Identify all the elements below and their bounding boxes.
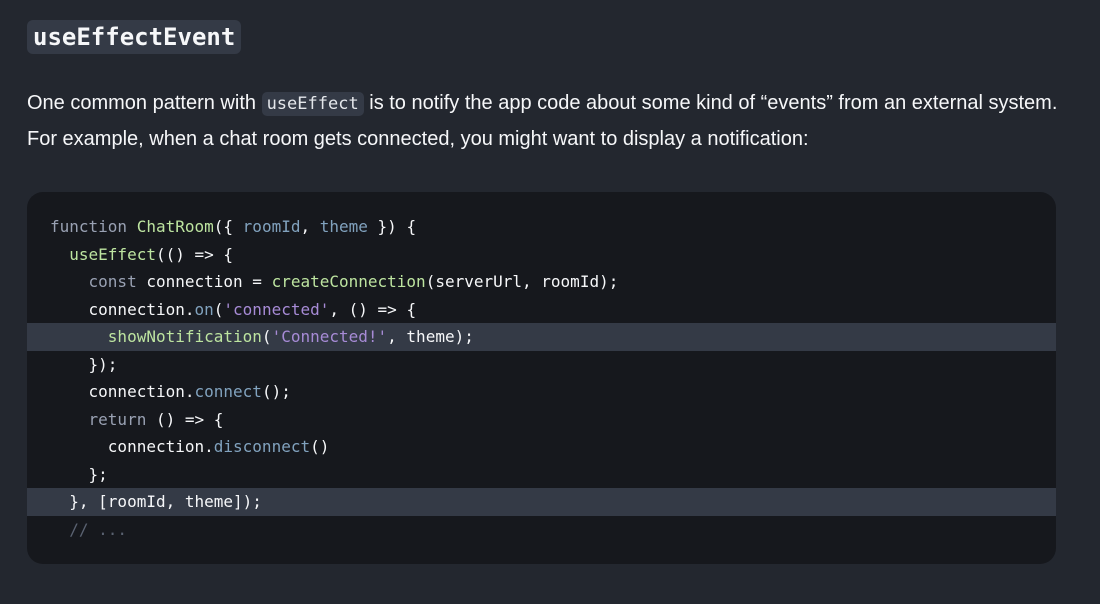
code-token: , theme); (387, 327, 474, 346)
code-token: ( (213, 299, 224, 319)
code-token: connect (194, 382, 262, 401)
code-token: }); (50, 354, 118, 374)
code-token: , (300, 217, 320, 236)
code-token: createConnection (271, 272, 426, 291)
code-token: connection = (136, 272, 272, 291)
code-token: ( (261, 327, 272, 346)
code-token: (() => { (155, 244, 234, 264)
code-line: useEffect(() => { (27, 241, 1056, 269)
code-token: }; (50, 464, 108, 484)
code-token: theme (319, 217, 368, 236)
code-token: 'Connected!' (271, 327, 388, 346)
code-line: connection.on('connected', () => { (27, 296, 1056, 324)
code-token: connection. (50, 299, 195, 319)
code-line: connection.connect(); (27, 378, 1056, 406)
code-token: roomId (242, 217, 301, 236)
code-line: }); (27, 351, 1056, 379)
code-line: // ... (27, 516, 1056, 544)
code-line: return () => { (27, 406, 1056, 434)
code-line: connection.disconnect() (27, 433, 1056, 461)
code-token: (); (261, 382, 291, 401)
code-line-highlighted: showNotification('Connected!', theme); (27, 323, 1056, 351)
code-token: , () => { (329, 299, 417, 319)
code-token: return (88, 409, 147, 429)
code-token: }, [roomId, theme]); (50, 492, 262, 511)
code-line: function ChatRoom({ roomId, theme }) { (27, 213, 1056, 241)
code-token: () => { (146, 409, 224, 429)
code-line: }; (27, 461, 1056, 489)
section-heading: useEffectEvent (27, 20, 242, 54)
code-token: () (310, 437, 330, 456)
code-token: connection. (50, 437, 214, 456)
code-token: const (88, 272, 137, 291)
code-line-highlighted: }, [roomId, theme]); (27, 488, 1056, 516)
code-token: }) { (367, 217, 417, 236)
code-token: 'connected' (223, 299, 330, 319)
code-block: function ChatRoom({ roomId, theme }) { u… (27, 192, 1056, 564)
code-token: disconnect (213, 437, 311, 456)
code-line: const connection = createConnection(serv… (27, 268, 1056, 296)
code-token: connection. (50, 382, 195, 401)
code-token: showNotification (107, 327, 262, 346)
paragraph-text-before: One common pattern with (27, 92, 262, 114)
code-token: function (50, 217, 137, 236)
inline-code: useEffect (261, 92, 364, 116)
code-token: // ... (69, 519, 128, 539)
code-token: (serverUrl, roomId); (425, 272, 619, 291)
intro-paragraph: One common pattern with useEffect is to … (27, 86, 1073, 157)
code-token: on (194, 299, 214, 319)
code-token: useEffect (69, 244, 156, 264)
code-token: ({ (213, 217, 243, 236)
code-token: ChatRoom (136, 217, 214, 236)
